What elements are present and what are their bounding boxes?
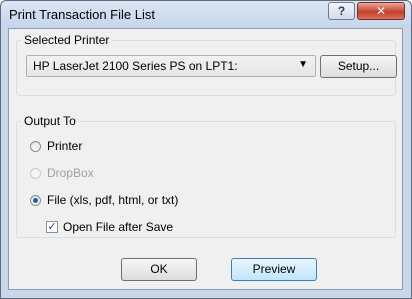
printer-select[interactable]: HP LaserJet 2100 Series PS on LPT1: ▼ [26,55,316,77]
close-icon: ✕ [375,4,387,18]
dropbox-radio [30,168,41,179]
window-title: Print Transaction File List [9,7,155,22]
close-button[interactable]: ✕ [357,2,405,20]
help-button[interactable]: ? [328,2,355,20]
title-bar: Print Transaction File List ? ✕ [1,1,411,28]
output-to-legend: Output To [24,114,76,128]
setup-button[interactable]: Setup... [320,55,397,78]
file-radio[interactable] [30,195,41,206]
checkmark-icon: ✓ [47,221,57,233]
printer-radio[interactable] [30,141,41,152]
selected-printer-legend: Selected Printer [24,33,110,47]
file-radio-label[interactable]: File (xls, pdf, html, or txt) [47,193,178,207]
dropbox-radio-label: DropBox [47,166,94,180]
print-dialog: Print Transaction File List ? ✕ Selected… [0,0,412,299]
chevron-down-icon: ▼ [298,59,308,70]
printer-radio-label[interactable]: Printer [47,139,82,153]
dialog-body: Selected Printer HP LaserJet 2100 Series… [8,28,403,290]
ok-button[interactable]: OK [121,258,197,281]
open-file-checkbox[interactable]: ✓ [46,221,58,233]
printer-select-value: HP LaserJet 2100 Series PS on LPT1: [33,59,238,73]
open-file-label[interactable]: Open File after Save [63,220,173,234]
preview-button[interactable]: Preview [231,258,317,281]
